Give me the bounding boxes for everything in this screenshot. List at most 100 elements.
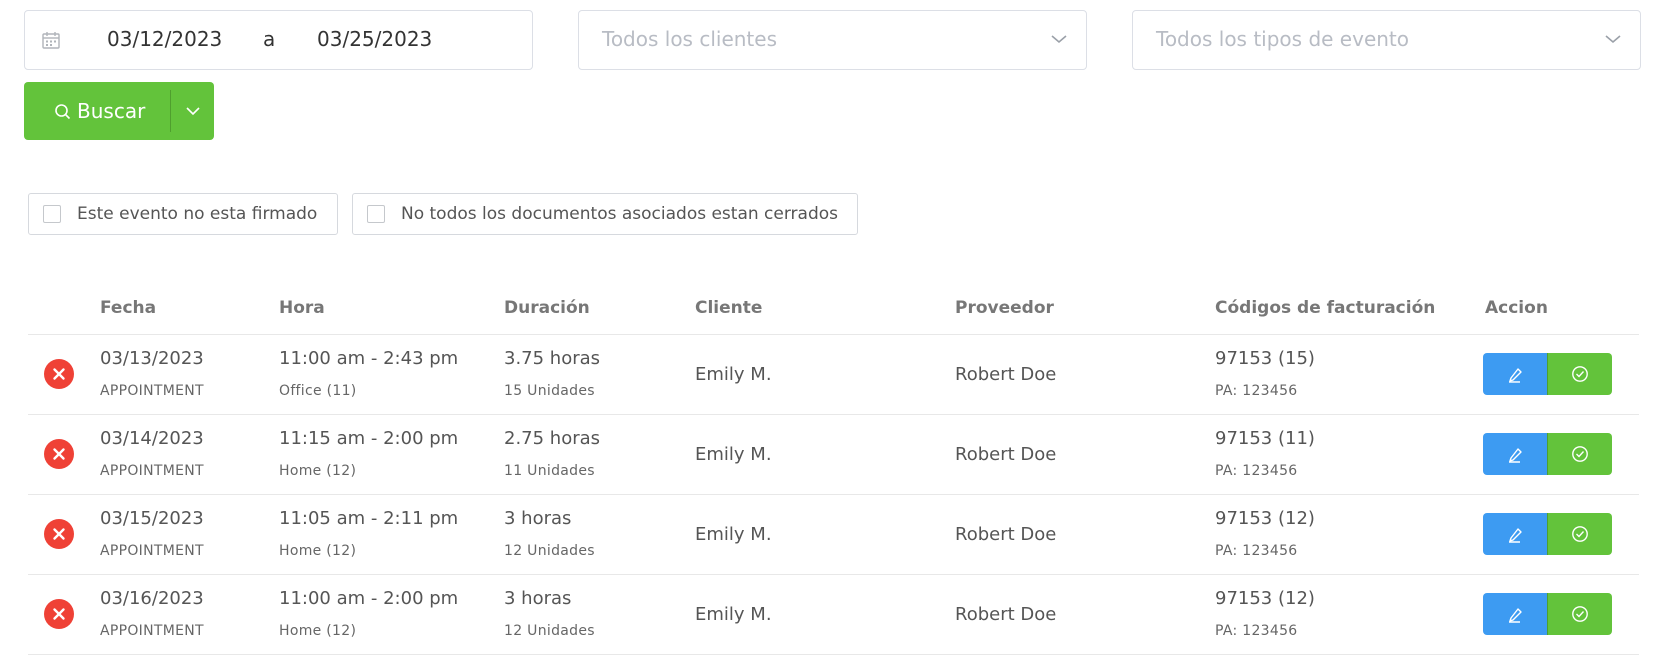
billing-pa: PA: 123456 bbox=[1215, 543, 1298, 559]
billing-pa: PA: 123456 bbox=[1215, 623, 1298, 639]
clients-select-placeholder: Todos los clientes bbox=[602, 27, 777, 51]
search-button-label: Buscar bbox=[77, 99, 146, 123]
table-row[interactable]: 03/13/2023 APPOINTMENT 11:00 am - 2:43 p… bbox=[28, 335, 1639, 415]
events-table: Fecha Hora Duración Cliente Proveedor Có… bbox=[28, 290, 1639, 655]
event-client: Emily M. bbox=[695, 364, 772, 385]
column-header-fecha[interactable]: Fecha bbox=[100, 298, 156, 318]
pencil-icon bbox=[1509, 528, 1522, 543]
date-range-separator: a bbox=[263, 27, 276, 51]
event-provider: Robert Doe bbox=[955, 524, 1057, 545]
event-time: 11:15 am - 2:00 pm bbox=[279, 428, 459, 449]
checkbox-square[interactable] bbox=[43, 205, 61, 223]
chevron-down-icon bbox=[1605, 35, 1621, 44]
event-time: 11:00 am - 2:43 pm bbox=[279, 348, 459, 369]
error-x-icon bbox=[44, 359, 74, 389]
search-options-toggle[interactable] bbox=[171, 82, 214, 140]
date-end-input[interactable]: 03/25/2023 bbox=[317, 27, 432, 51]
billing-code: 97153 (11) bbox=[1215, 428, 1315, 449]
event-provider: Robert Doe bbox=[955, 364, 1057, 385]
billing-code: 97153 (12) bbox=[1215, 588, 1315, 609]
row-actions bbox=[1483, 353, 1612, 395]
column-header-duracion[interactable]: Duración bbox=[504, 298, 590, 318]
billing-code: 97153 (12) bbox=[1215, 508, 1315, 529]
confirm-button[interactable] bbox=[1547, 433, 1612, 475]
confirm-button[interactable] bbox=[1547, 353, 1612, 395]
pencil-icon bbox=[1509, 368, 1522, 383]
event-type: APPOINTMENT bbox=[100, 623, 204, 639]
billing-pa: PA: 123456 bbox=[1215, 463, 1298, 479]
event-types-select[interactable]: Todos los tipos de evento bbox=[1132, 10, 1641, 70]
event-duration: 2.75 horas bbox=[504, 428, 601, 449]
checkbox-square[interactable] bbox=[367, 205, 385, 223]
event-date: 03/15/2023 bbox=[100, 508, 204, 529]
event-type: APPOINTMENT bbox=[100, 383, 204, 399]
event-place: Home (12) bbox=[279, 543, 357, 559]
column-header-proveedor[interactable]: Proveedor bbox=[955, 298, 1054, 318]
confirm-button[interactable] bbox=[1547, 593, 1612, 635]
pencil-icon bbox=[1509, 608, 1522, 623]
search-button[interactable]: Buscar bbox=[24, 82, 170, 140]
date-range-picker[interactable]: 03/12/2023 a 03/25/2023 bbox=[24, 10, 533, 70]
event-date: 03/14/2023 bbox=[100, 428, 204, 449]
unsigned-event-label: Este evento no esta firmado bbox=[77, 204, 318, 224]
event-place: Office (11) bbox=[279, 383, 357, 399]
search-button-group: Buscar bbox=[24, 82, 214, 140]
event-provider: Robert Doe bbox=[955, 604, 1057, 625]
table-row[interactable]: 03/15/2023 APPOINTMENT 11:05 am - 2:11 p… bbox=[28, 495, 1639, 575]
check-circle-icon bbox=[1572, 446, 1588, 462]
event-units: 11 Unidades bbox=[504, 463, 595, 479]
check-circle-icon bbox=[1572, 526, 1588, 542]
table-row[interactable]: 03/16/2023 APPOINTMENT 11:00 am - 2:00 p… bbox=[28, 575, 1639, 655]
error-x-icon bbox=[44, 519, 74, 549]
event-client: Emily M. bbox=[695, 524, 772, 545]
table-row[interactable]: 03/14/2023 APPOINTMENT 11:15 am - 2:00 p… bbox=[28, 415, 1639, 495]
event-duration: 3.75 horas bbox=[504, 348, 601, 369]
date-start-input[interactable]: 03/12/2023 bbox=[107, 27, 222, 51]
event-units: 15 Unidades bbox=[504, 383, 595, 399]
pencil-icon bbox=[1509, 448, 1522, 463]
column-header-hora[interactable]: Hora bbox=[279, 298, 325, 318]
event-duration: 3 horas bbox=[504, 508, 572, 529]
check-circle-icon bbox=[1572, 606, 1588, 622]
event-date: 03/16/2023 bbox=[100, 588, 204, 609]
event-client: Emily M. bbox=[695, 604, 772, 625]
error-x-icon bbox=[44, 439, 74, 469]
billing-code: 97153 (15) bbox=[1215, 348, 1315, 369]
row-actions bbox=[1483, 593, 1612, 635]
event-units: 12 Unidades bbox=[504, 623, 595, 639]
open-documents-checkbox[interactable]: No todos los documentos asociados estan … bbox=[352, 193, 858, 235]
edit-button[interactable] bbox=[1483, 353, 1547, 395]
column-header-accion: Accion bbox=[1485, 298, 1548, 318]
table-header: Fecha Hora Duración Cliente Proveedor Có… bbox=[28, 290, 1639, 335]
edit-button[interactable] bbox=[1483, 433, 1547, 475]
chevron-down-icon bbox=[1051, 35, 1067, 44]
filters-bar: 03/12/2023 a 03/25/2023 Todos los client… bbox=[24, 10, 1641, 70]
event-time: 11:05 am - 2:11 pm bbox=[279, 508, 459, 529]
unsigned-event-checkbox[interactable]: Este evento no esta firmado bbox=[28, 193, 338, 235]
event-provider: Robert Doe bbox=[955, 444, 1057, 465]
event-date: 03/13/2023 bbox=[100, 348, 204, 369]
open-documents-label: No todos los documentos asociados estan … bbox=[401, 204, 839, 224]
chevron-down-icon bbox=[185, 107, 200, 116]
event-duration: 3 horas bbox=[504, 588, 572, 609]
edit-button[interactable] bbox=[1483, 593, 1547, 635]
event-types-select-placeholder: Todos los tipos de evento bbox=[1156, 27, 1409, 51]
event-type: APPOINTMENT bbox=[100, 463, 204, 479]
row-actions bbox=[1483, 433, 1612, 475]
billing-pa: PA: 123456 bbox=[1215, 383, 1298, 399]
event-place: Home (12) bbox=[279, 623, 357, 639]
event-client: Emily M. bbox=[695, 444, 772, 465]
confirm-button[interactable] bbox=[1547, 513, 1612, 555]
event-type: APPOINTMENT bbox=[100, 543, 204, 559]
edit-button[interactable] bbox=[1483, 513, 1547, 555]
calendar-icon bbox=[42, 32, 60, 49]
column-header-codigos[interactable]: Códigos de facturación bbox=[1215, 298, 1435, 318]
search-icon bbox=[55, 103, 71, 119]
column-header-cliente[interactable]: Cliente bbox=[695, 298, 762, 318]
event-time: 11:00 am - 2:00 pm bbox=[279, 588, 459, 609]
error-x-icon bbox=[44, 599, 74, 629]
clients-select[interactable]: Todos los clientes bbox=[578, 10, 1087, 70]
event-units: 12 Unidades bbox=[504, 543, 595, 559]
event-place: Home (12) bbox=[279, 463, 357, 479]
check-circle-icon bbox=[1572, 366, 1588, 382]
